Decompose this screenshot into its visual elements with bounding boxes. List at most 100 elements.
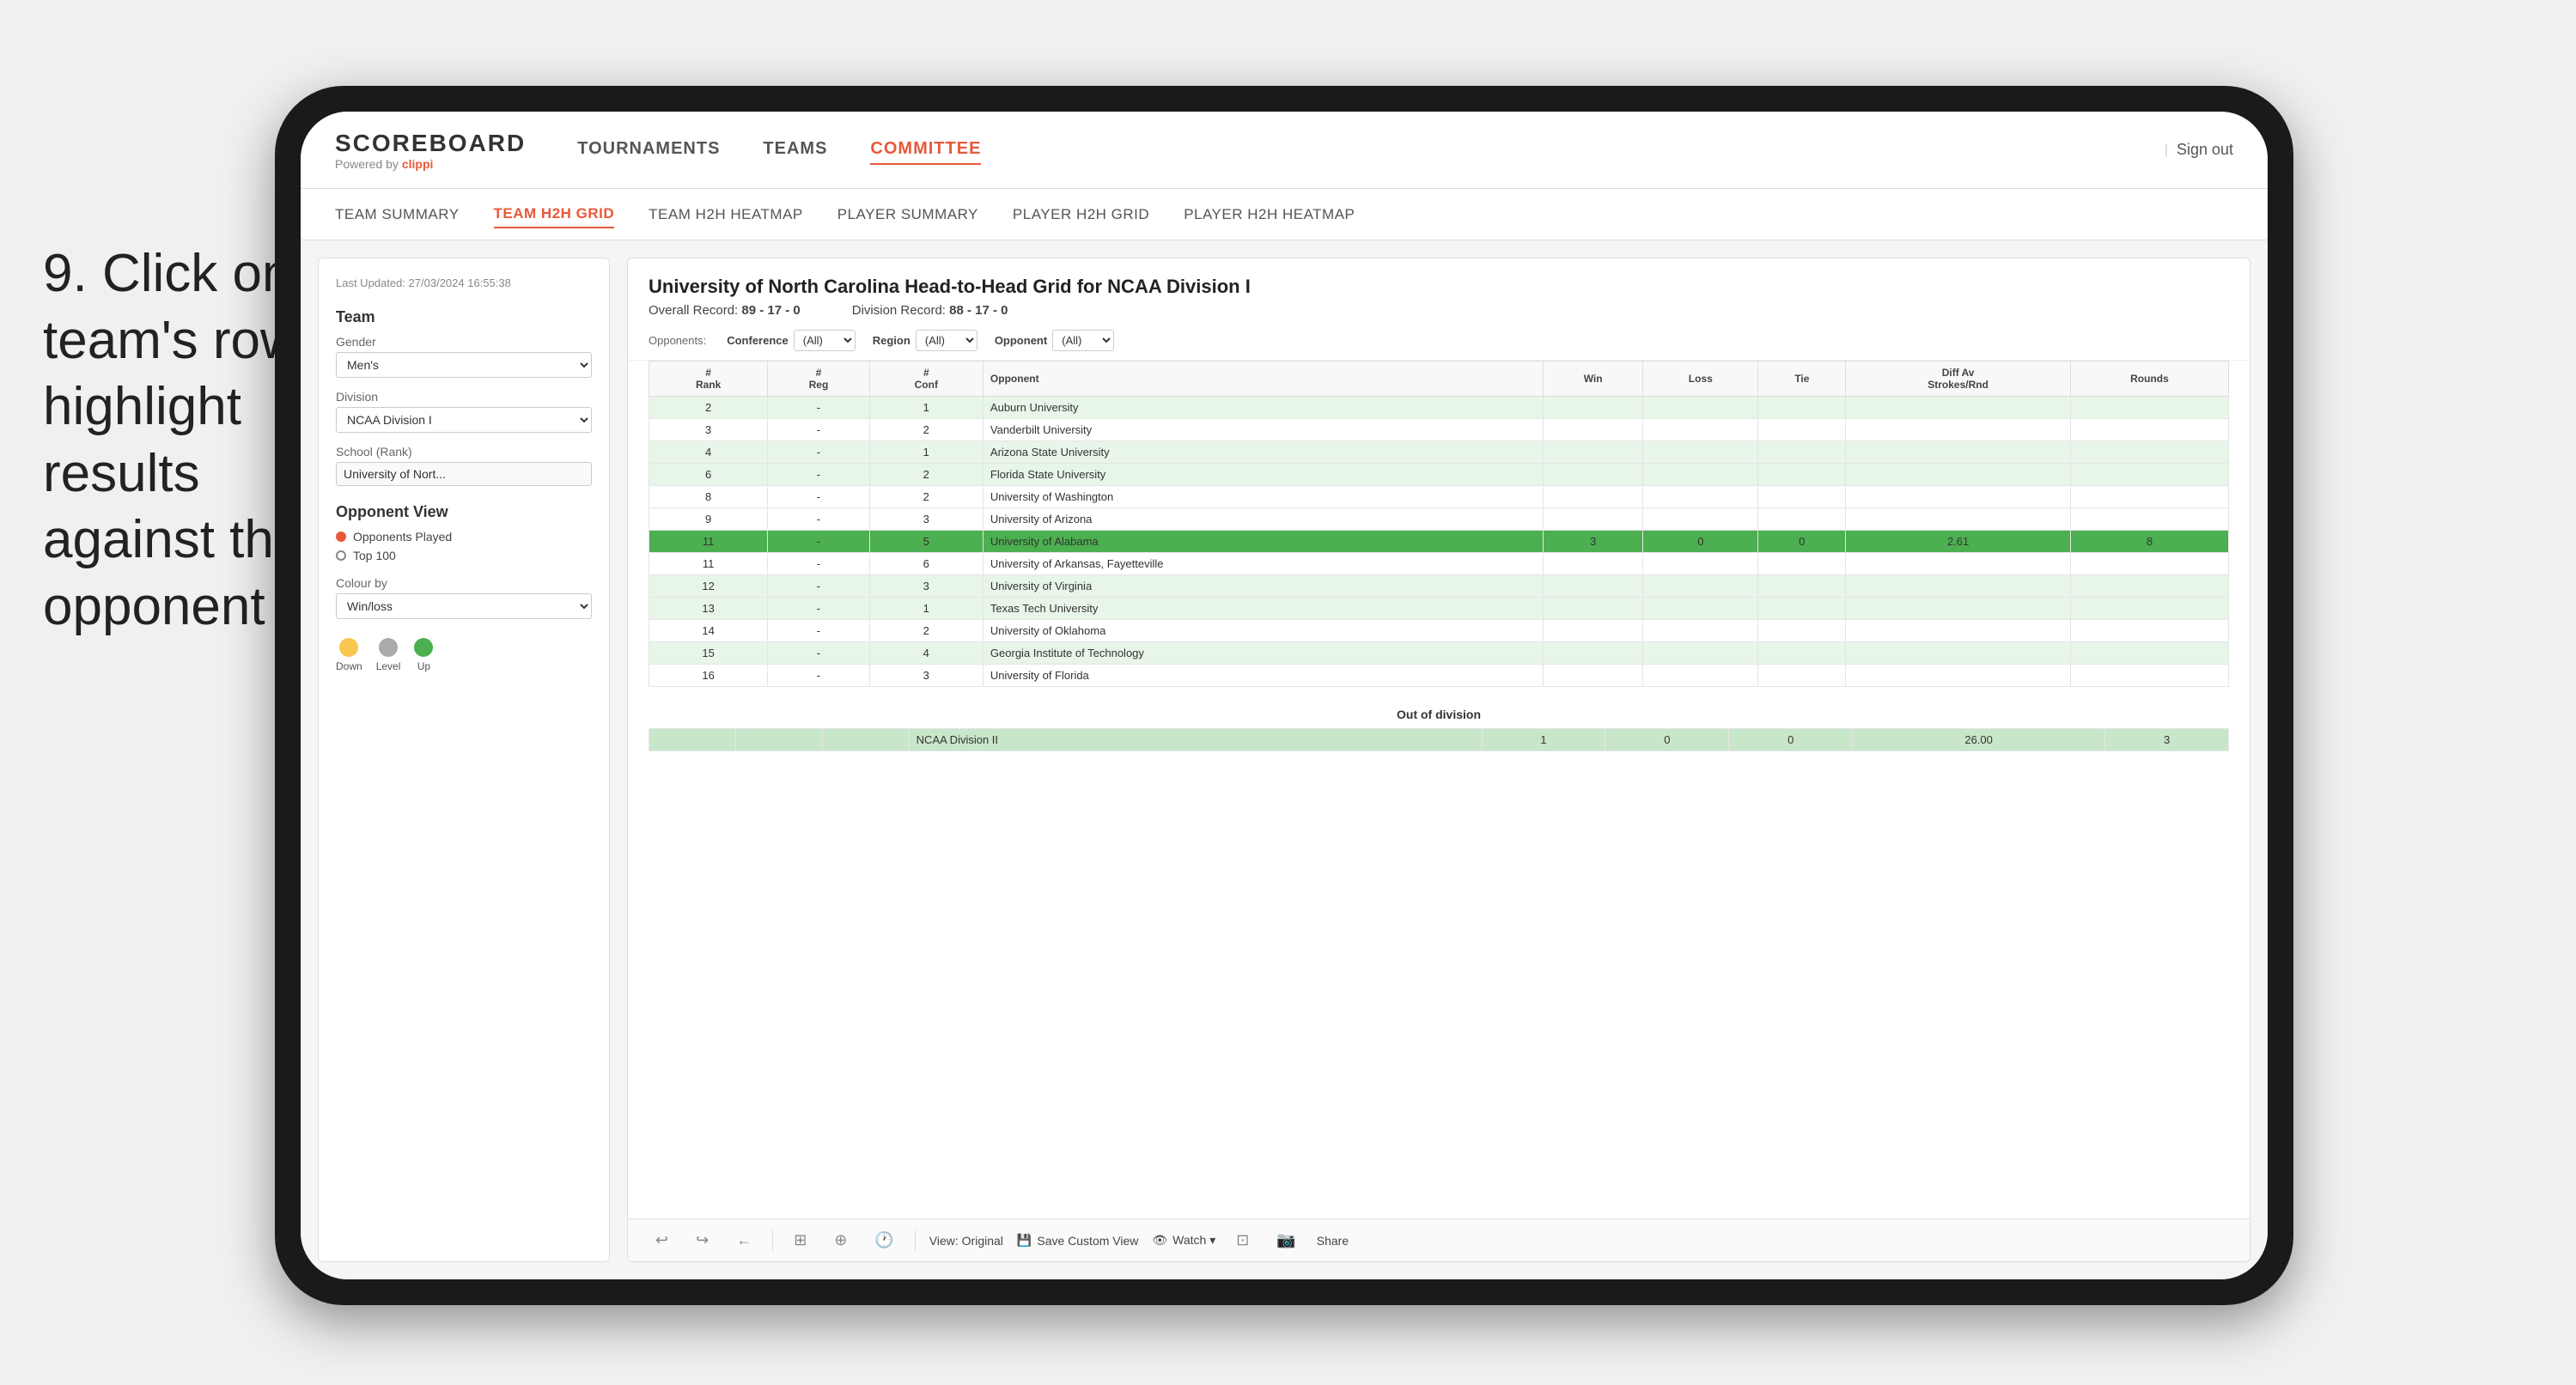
clock-btn[interactable]: 🕐 (868, 1228, 900, 1253)
subnav-team-h2h-grid[interactable]: TEAM H2H GRID (494, 201, 615, 228)
tablet-device: SCOREBOARD Powered by clippi TOURNAMENTS… (275, 86, 2293, 1305)
out-division-row[interactable]: NCAA Division II 1 0 0 26.00 3 (649, 729, 2229, 751)
opponent-view-title: Opponent View (336, 503, 592, 521)
colour-section: Colour by Win/loss Down Level (336, 576, 592, 672)
table-row[interactable]: 4-1Arizona State University (649, 441, 2229, 464)
top-100-radio[interactable]: Top 100 (336, 549, 592, 562)
subnav-player-h2h-grid[interactable]: PLAYER H2H GRID (1013, 202, 1149, 228)
table-row[interactable]: 8-2University of Washington (649, 486, 2229, 508)
out-division-table: Out of division NCAA Division II 1 0 (649, 701, 2229, 751)
table-row[interactable]: 15-4Georgia Institute of Technology (649, 642, 2229, 665)
right-panel: University of North Carolina Head-to-Hea… (627, 258, 2250, 1262)
logo-scoreboard: SCOREBOARD (335, 130, 526, 157)
crop-btn[interactable]: ⊞ (787, 1228, 813, 1253)
conference-filter-select[interactable]: (All) (794, 330, 856, 351)
col-rank: #Rank (649, 361, 768, 397)
opponent-filter-group: Opponent (All) (995, 330, 1114, 351)
colour-by-select[interactable]: Win/loss (336, 593, 592, 619)
overall-record: Overall Record: 89 - 17 - 0 (649, 303, 801, 318)
table-row[interactable]: 14-2University of Oklahoma (649, 620, 2229, 642)
nav-committee[interactable]: COMMITTEE (870, 135, 981, 165)
school-value[interactable]: University of Nort... (336, 462, 592, 486)
top-nav: SCOREBOARD Powered by clippi TOURNAMENTS… (301, 112, 2268, 189)
table-row[interactable]: 11-5University of Alabama3002.618 (649, 531, 2229, 553)
left-panel: Last Updated: 27/03/2024 16:55:38 Team G… (318, 258, 610, 1262)
save-custom-btn[interactable]: 💾 Save Custom View (1017, 1233, 1138, 1248)
toolbar-sep-2 (915, 1230, 916, 1251)
zoom-btn[interactable]: ⊕ (827, 1228, 854, 1253)
region-filter-group: Region (All) (873, 330, 977, 351)
table-row[interactable]: 6-2Florida State University (649, 464, 2229, 486)
region-filter-select[interactable]: (All) (916, 330, 977, 351)
legend-up-circle (414, 638, 433, 657)
screen-btn[interactable]: ⊡ (1229, 1228, 1256, 1253)
grid-table-container: #Rank #Reg #Conf Opponent Win Loss Tie D… (628, 361, 2250, 1218)
od-conf (822, 729, 909, 751)
opponent-filter-select[interactable]: (All) (1052, 330, 1114, 351)
panel-timestamp: Last Updated: 27/03/2024 16:55:38 (336, 276, 592, 291)
watch-btn[interactable]: 👁 Watch ▾ (1152, 1233, 1215, 1248)
division-record: Division Record: 88 - 17 - 0 (852, 303, 1008, 318)
top-100-radio-dot (336, 550, 346, 561)
filter-row: Opponents: Conference (All) Region ( (649, 330, 2229, 351)
camera-btn[interactable]: 📷 (1270, 1228, 1302, 1253)
logo-area: SCOREBOARD Powered by clippi (335, 130, 526, 171)
opponents-filter-label: Opponents: (649, 334, 706, 347)
subnav-player-h2h-heatmap[interactable]: PLAYER H2H HEATMAP (1184, 202, 1355, 228)
conference-filter-title: Conference (727, 334, 789, 347)
view-original-btn[interactable]: View: Original (929, 1234, 1003, 1248)
table-row[interactable]: 11-6University of Arkansas, Fayetteville (649, 553, 2229, 575)
region-filter-title: Region (873, 334, 910, 347)
od-label: NCAA Division II (909, 729, 1482, 751)
opponents-played-radio-dot (336, 532, 346, 542)
table-row[interactable]: 3-2Vanderbilt University (649, 419, 2229, 441)
col-loss: Loss (1643, 361, 1758, 397)
grid-records: Overall Record: 89 - 17 - 0 Division Rec… (649, 303, 2229, 318)
od-win: 1 (1482, 729, 1605, 751)
od-rank (649, 729, 736, 751)
legend-down-circle (339, 638, 358, 657)
od-diff: 26.00 (1853, 729, 2105, 751)
sub-nav: TEAM SUMMARY TEAM H2H GRID TEAM H2H HEAT… (301, 189, 2268, 240)
col-diff: Diff AvStrokes/Rnd (1846, 361, 2071, 397)
subnav-player-summary[interactable]: PLAYER SUMMARY (837, 202, 978, 228)
tablet-screen: SCOREBOARD Powered by clippi TOURNAMENTS… (301, 112, 2268, 1279)
grid-header: University of North Carolina Head-to-Hea… (628, 258, 2250, 361)
division-select[interactable]: NCAA Division I (336, 407, 592, 433)
out-division-header: Out of division (649, 701, 2229, 729)
col-opponent: Opponent (983, 361, 1543, 397)
col-conf: #Conf (869, 361, 983, 397)
division-label: Division (336, 390, 592, 404)
back-btn[interactable]: ← (729, 1228, 758, 1253)
table-row[interactable]: 9-3University of Arizona (649, 508, 2229, 531)
app-container: SCOREBOARD Powered by clippi TOURNAMENTS… (301, 112, 2268, 1279)
data-table: #Rank #Reg #Conf Opponent Win Loss Tie D… (649, 361, 2229, 687)
table-row[interactable]: 2-1Auburn University (649, 397, 2229, 419)
toolbar-sep-1 (772, 1230, 773, 1251)
nav-tournaments[interactable]: TOURNAMENTS (577, 135, 720, 165)
main-nav: TOURNAMENTS TEAMS COMMITTEE (577, 135, 2165, 165)
table-row[interactable]: 12-3University of Virginia (649, 575, 2229, 598)
share-btn[interactable]: Share (1317, 1234, 1349, 1248)
school-label: School (Rank) (336, 445, 592, 459)
opponents-played-radio[interactable]: Opponents Played (336, 530, 592, 544)
subnav-team-summary[interactable]: TEAM SUMMARY (335, 202, 460, 228)
subnav-team-h2h-heatmap[interactable]: TEAM H2H HEATMAP (649, 202, 803, 228)
opponent-filter-title: Opponent (995, 334, 1047, 347)
col-tie: Tie (1758, 361, 1846, 397)
undo-btn[interactable]: ↩ (649, 1228, 675, 1253)
gender-label: Gender (336, 335, 592, 349)
logo-powered: Powered by clippi (335, 157, 526, 171)
main-content: Last Updated: 27/03/2024 16:55:38 Team G… (301, 240, 2268, 1279)
gender-select[interactable]: Men's (336, 352, 592, 378)
bottom-toolbar: ↩ ↪ ← ⊞ ⊕ 🕐 View: Original 💾 Sa (628, 1218, 2250, 1261)
sign-out-link[interactable]: Sign out (2177, 141, 2233, 159)
col-reg: #Reg (768, 361, 869, 397)
table-row[interactable]: 13-1Texas Tech University (649, 598, 2229, 620)
nav-teams[interactable]: TEAMS (763, 135, 827, 165)
colour-by-label: Colour by (336, 576, 592, 590)
legend-up: Up (414, 638, 433, 672)
table-row[interactable]: 16-3University of Florida (649, 665, 2229, 687)
conference-filter-group: Conference (All) (727, 330, 856, 351)
redo-btn[interactable]: ↪ (689, 1228, 716, 1253)
